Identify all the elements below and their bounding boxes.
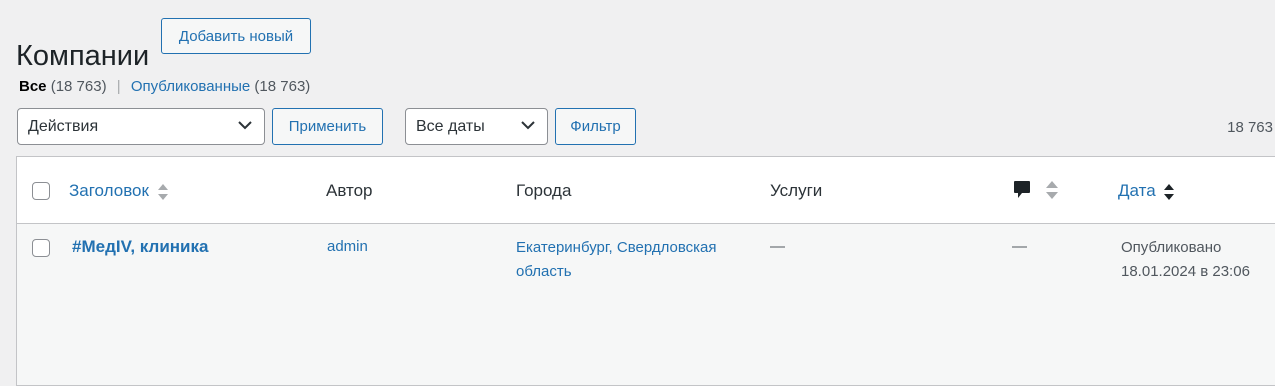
column-author-header: Автор (326, 181, 373, 200)
chevron-down-icon (521, 121, 535, 130)
date-filter-selected: Все даты (416, 117, 485, 135)
view-all-count: (18 763) (50, 78, 107, 95)
date-filter-select[interactable]: Все даты (405, 108, 548, 145)
view-filters: Все (18 763) | Опубликованные (18 763) (19, 78, 310, 95)
posts-table: Заголовок Автор Города Услуги Дата #МедI… (16, 156, 1275, 386)
select-all-checkbox[interactable] (32, 182, 50, 200)
row-author-link[interactable]: admin (327, 238, 368, 255)
column-comments-header[interactable] (1013, 179, 1058, 201)
bulk-action-selected: Действия (28, 117, 99, 135)
row-checkbox[interactable] (32, 239, 50, 257)
view-published-link[interactable]: Опубликованные (131, 78, 250, 95)
sort-icon (1045, 181, 1058, 199)
view-separator: | (116, 78, 121, 95)
column-services-header: Услуги (770, 181, 823, 200)
sort-icon (157, 183, 168, 200)
row-title-link[interactable]: #МедIV, клиника (72, 237, 208, 256)
add-new-button[interactable]: Добавить новый (161, 18, 311, 54)
page-title: Компании (16, 40, 150, 73)
column-title-label: Заголовок (69, 181, 149, 200)
filter-button[interactable]: Фильтр (555, 108, 636, 145)
row-date-status: Опубликовано (1121, 239, 1222, 256)
column-title-header[interactable]: Заголовок (69, 181, 168, 201)
column-date-header[interactable]: Дата (1118, 181, 1175, 201)
row-city-link[interactable]: Екатеринбург, Свердловская область (516, 239, 717, 280)
items-count: 18 763 (1227, 119, 1273, 136)
row-date-value: 18.01.2024 в 23:06 (1121, 263, 1250, 280)
comment-bubble-icon (1014, 181, 1030, 198)
view-published-count: (18 763) (254, 78, 311, 95)
view-all-link[interactable]: Все (19, 78, 47, 95)
column-cities-header: Города (516, 181, 572, 200)
chevron-down-icon (238, 121, 252, 130)
bulk-action-select[interactable]: Действия (17, 108, 265, 145)
sort-desc-icon (1164, 183, 1175, 200)
row-comments: — (1012, 238, 1027, 255)
column-date-label: Дата (1118, 181, 1156, 200)
table-header: Заголовок Автор Города Услуги Дата (17, 157, 1275, 224)
row-services: — (770, 238, 785, 255)
row-date: Опубликовано 18.01.2024 в 23:06 (1121, 236, 1250, 284)
apply-button[interactable]: Применить (272, 108, 383, 145)
